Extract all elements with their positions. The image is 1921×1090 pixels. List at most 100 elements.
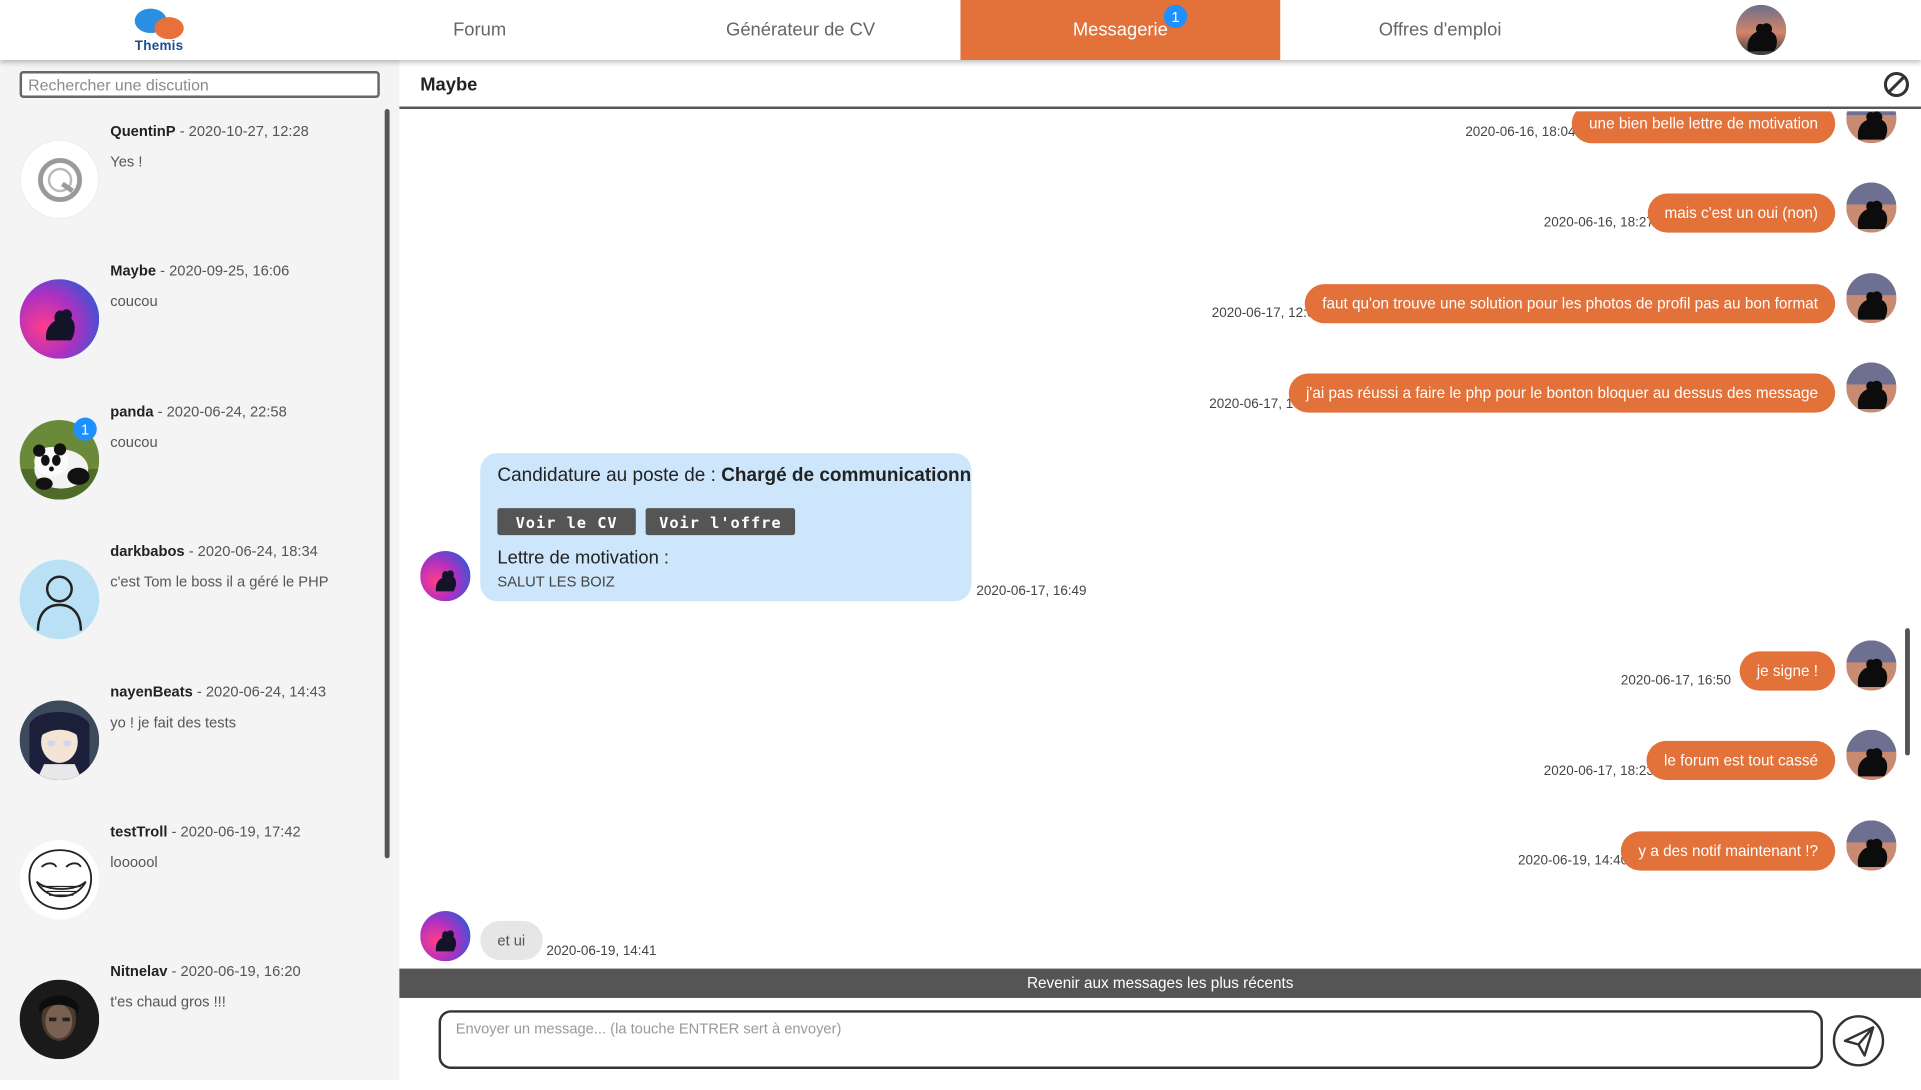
compose-area (399, 997, 1921, 1081)
last-message-date: - 2020-06-24, 18:34 (184, 542, 318, 560)
notification-badge: 1 (1163, 4, 1188, 29)
photo-avatar-icon (19, 979, 100, 1060)
outgoing-message: y a des notif maintenant !? (1621, 831, 1836, 871)
return-to-recent-button[interactable]: Revenir aux messages les plus récents (399, 968, 1921, 998)
gradient-avatar-icon (420, 551, 471, 602)
sunset-silhouette-icon (1846, 111, 1897, 144)
application-title: Candidature au poste de : Chargé de comm… (497, 465, 971, 487)
tab-forum[interactable]: Forum (320, 0, 640, 60)
conversation-item-panda[interactable]: 1 panda - 2020-06-24, 22:58 coucou (0, 391, 380, 531)
outgoing-message: une bien belle lettre de motivation (1571, 111, 1836, 144)
thread-scrollbar[interactable] (1905, 628, 1910, 756)
sender-avatar (1846, 273, 1897, 324)
sunset-silhouette-icon (1846, 640, 1897, 691)
logo-avatar-icon (19, 139, 100, 220)
message-timestamp: 2020-06-16, 18:27 (1543, 215, 1654, 231)
chat-title: Maybe (420, 74, 478, 96)
application-prefix: Candidature au poste de : (497, 465, 722, 487)
sender-avatar (1846, 640, 1897, 691)
contact-name: darkbabos (110, 542, 185, 560)
conversation-meta: darkbabos - 2020-06-24, 18:34 (110, 542, 318, 559)
current-user-avatar[interactable] (1735, 4, 1787, 56)
last-message-preview: c'est Tom le boss il a géré le PHP (110, 573, 329, 591)
block-user-icon[interactable] (1883, 71, 1910, 98)
message-timestamp: 2020-06-19, 14:40 (1517, 853, 1629, 869)
last-message-date: - 2020-06-24, 14:43 (192, 683, 327, 701)
last-message-date: - 2020-06-19, 17:42 (167, 822, 301, 841)
sender-avatar (1846, 729, 1897, 781)
conversation-item-nitnelav[interactable]: Nitnelav - 2020-06-19, 16:20 t'es chaud … (0, 950, 380, 1090)
chat-header: Maybe (399, 60, 1921, 109)
gradient-avatar-icon (420, 911, 471, 962)
sidebar-scrollbar[interactable] (384, 108, 390, 859)
contact-name: nayenBeats (110, 683, 193, 701)
logo-bubble-orange-icon (154, 17, 184, 40)
cover-letter-label: Lettre de motivation : (497, 547, 670, 569)
sender-avatar (1846, 820, 1897, 871)
trollface-avatar-icon (19, 840, 100, 920)
sunset-silhouette-icon (1846, 273, 1897, 324)
last-message-date: - 2020-10-27, 12:28 (175, 122, 309, 140)
anime-avatar-icon (19, 700, 100, 781)
message-timestamp: 2020-06-19, 14:41 (546, 944, 657, 959)
message-timestamp: 2020-06-17, 16:49 (976, 584, 1087, 599)
last-message-preview: t'es chaud gros !!! (110, 993, 226, 1011)
gradient-avatar-icon (19, 279, 100, 359)
tab-cv-generator[interactable]: Générateur de CV (641, 0, 961, 60)
contact-avatar (420, 551, 471, 602)
themis-logo[interactable]: Themis (130, 6, 191, 55)
tab-label: Messagerie (1072, 19, 1168, 41)
last-message-date: - 2020-09-25, 16:06 (156, 262, 290, 280)
message-input[interactable] (438, 1010, 1823, 1069)
conversation-item-darkbabos[interactable]: darkbabos - 2020-06-24, 18:34 c'est Tom … (0, 530, 380, 670)
app-root: Themis Forum Générateur de CV Messagerie… (0, 0, 1921, 1081)
outgoing-message: faut qu'on trouve une solution pour les … (1305, 284, 1836, 324)
outgoing-message: mais c'est un oui (non) (1647, 193, 1836, 233)
application-card: Candidature au poste de : Chargé de comm… (480, 453, 972, 602)
send-button[interactable] (1832, 1015, 1885, 1067)
view-offer-button[interactable]: Voir l'offre (645, 508, 796, 536)
conversation-item-quentinp[interactable]: QuentinP - 2020-10-27, 12:28 Yes ! (0, 110, 380, 250)
conversation-item-maybe[interactable]: Maybe - 2020-09-25, 16:06 coucou (0, 250, 380, 390)
conversation-meta: nayenBeats - 2020-06-24, 14:43 (110, 683, 326, 700)
incoming-message: et ui (480, 920, 543, 961)
application-position: Chargé de communicationn (721, 465, 972, 487)
last-message-preview: coucou (110, 292, 158, 310)
last-message-preview: Yes ! (110, 153, 143, 171)
sunset-silhouette-icon (1846, 182, 1897, 233)
tab-label: Offres d'emploi (1378, 19, 1502, 41)
last-message-preview: yo ! je fait des tests (110, 713, 237, 732)
sunset-silhouette-icon (1846, 729, 1897, 781)
conversation-item-nayenbeats[interactable]: nayenBeats - 2020-06-24, 14:43 yo ! je f… (0, 671, 380, 811)
tab-messagerie[interactable]: Messagerie 1 (960, 0, 1281, 61)
contact-name: QuentinP (110, 122, 176, 140)
outgoing-message: j'ai pas réussi a faire le php pour le b… (1288, 373, 1836, 413)
view-cv-button[interactable]: Voir le CV (497, 508, 636, 536)
conversation-meta: panda - 2020-06-24, 22:58 (110, 403, 287, 420)
default-user-avatar-icon (19, 559, 100, 640)
last-message-date: - 2020-06-19, 16:20 (167, 962, 301, 980)
conversation-meta: testTroll - 2020-06-19, 17:42 (110, 823, 300, 840)
search-conversation-input[interactable] (19, 71, 380, 98)
message-timestamp: 2020-06-17, 18:23 (1543, 764, 1654, 779)
last-message-preview: loooool (110, 853, 158, 871)
logo-text: Themis (134, 39, 184, 54)
tab-job-offers[interactable]: Offres d'emploi (1280, 0, 1600, 60)
conversation-meta: QuentinP - 2020-10-27, 12:28 (110, 122, 309, 139)
message-timestamp: 2020-06-16, 18:04 (1465, 124, 1576, 140)
outgoing-message: le forum est tout cassé (1646, 740, 1836, 781)
top-navigation: Themis Forum Générateur de CV Messagerie… (0, 0, 1921, 61)
conversation-meta: Nitnelav - 2020-06-19, 16:20 (110, 962, 300, 979)
conversation-sidebar: QuentinP - 2020-10-27, 12:28 Yes ! Maybe… (0, 60, 400, 1081)
unread-badge: 1 (73, 417, 97, 441)
sender-avatar (1846, 362, 1897, 413)
sunset-silhouette-icon (1846, 362, 1897, 413)
conversation-item-testtroll[interactable]: testTroll - 2020-06-19, 17:42 loooool (0, 811, 380, 951)
sender-avatar (1846, 182, 1897, 233)
send-paper-plane-icon (1843, 1026, 1875, 1057)
message-thread[interactable]: 2020-06-16, 18:04 une bien belle lettre … (399, 111, 1921, 969)
sender-avatar (1846, 111, 1897, 144)
contact-name: panda (110, 402, 154, 421)
contact-avatar (420, 911, 471, 962)
sunset-silhouette-icon (1735, 4, 1787, 56)
